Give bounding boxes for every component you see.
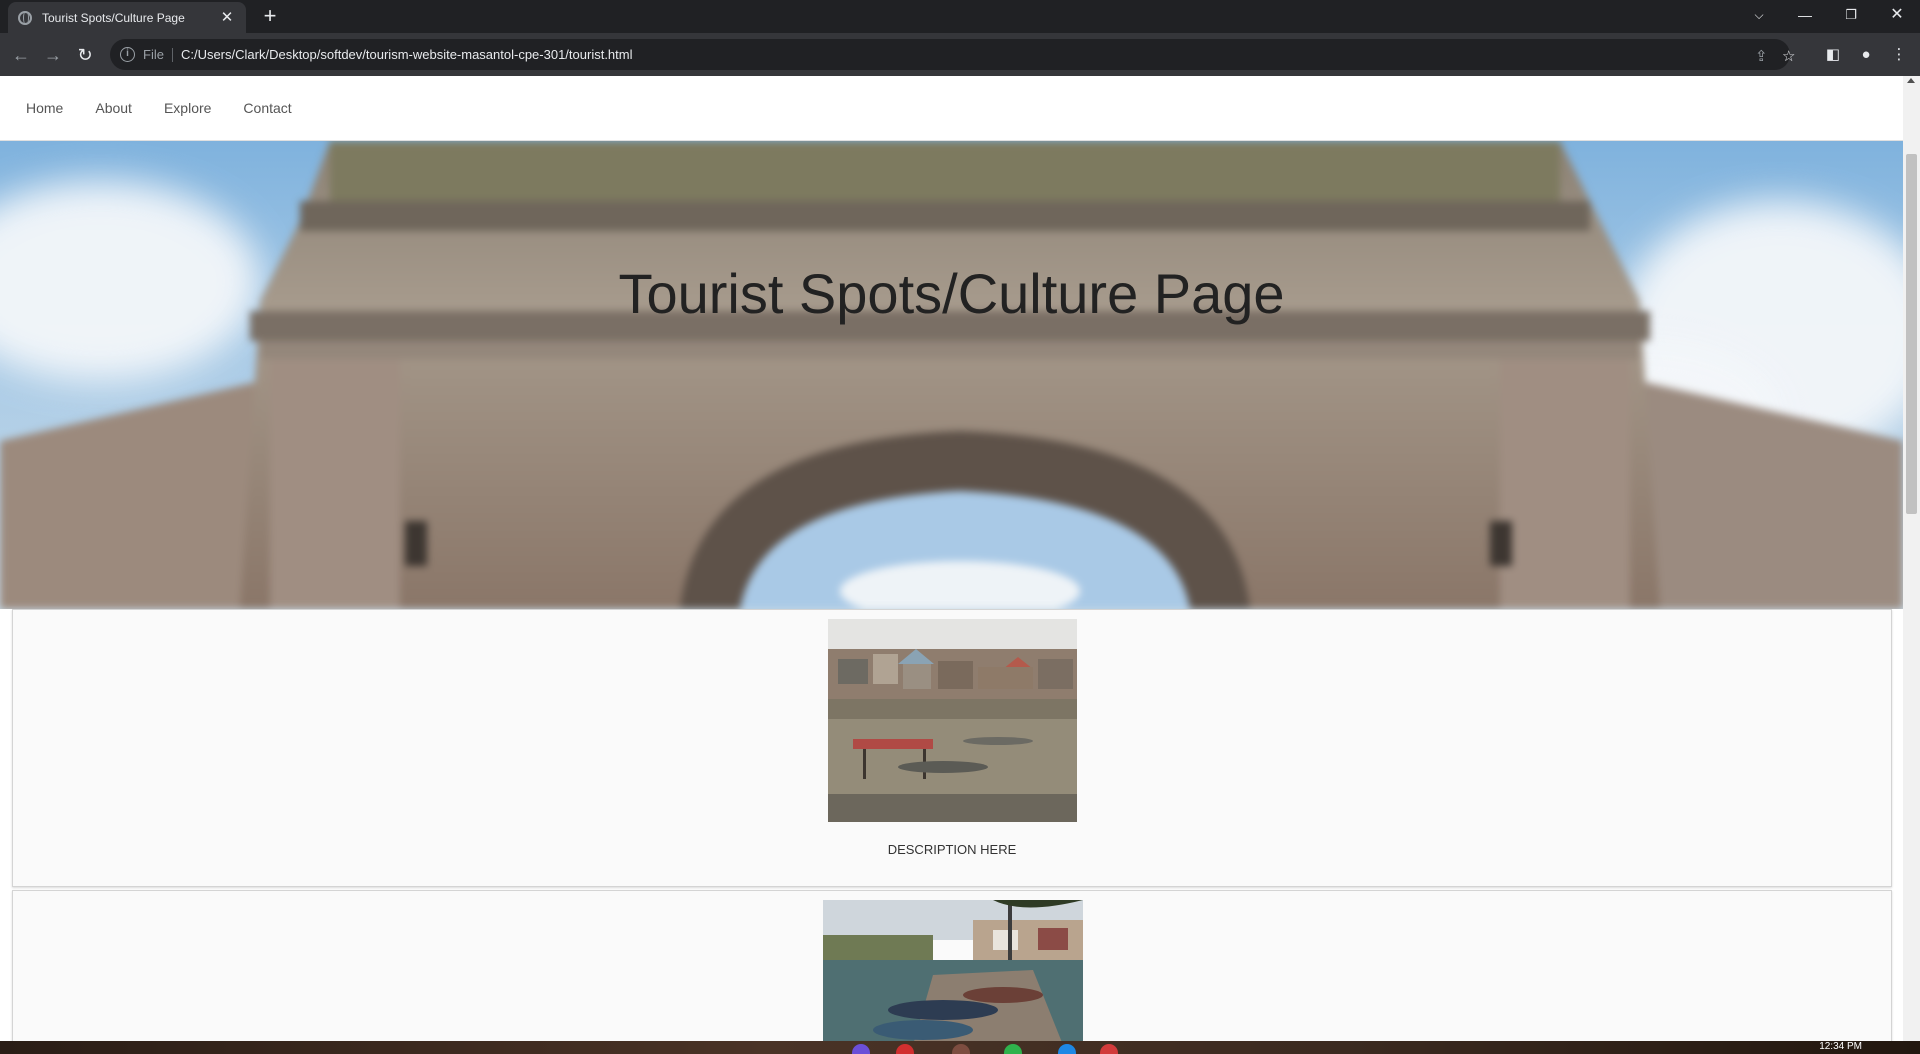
- tourist-spot-card: [12, 890, 1892, 1041]
- tourist-spot-card: DESCRIPTION HERE: [12, 609, 1892, 887]
- bookmark-star-icon[interactable]: ☆: [1782, 47, 1795, 65]
- app-icon[interactable]: [1100, 1044, 1118, 1054]
- nav-explore[interactable]: Explore: [148, 100, 227, 116]
- scrollbar-thumb[interactable]: [1906, 154, 1917, 514]
- reload-button[interactable]: ↻: [72, 42, 98, 68]
- close-tab-icon[interactable]: ✕: [218, 9, 236, 27]
- page-title: Tourist Spots/Culture Page: [618, 262, 1285, 325]
- nav-contact[interactable]: Contact: [227, 100, 307, 116]
- share-icon[interactable]: ⇪: [1755, 47, 1768, 65]
- site-navbar: Home About Explore Contact: [0, 76, 1903, 141]
- app-icon[interactable]: [952, 1044, 970, 1054]
- forward-button[interactable]: →: [40, 42, 66, 68]
- scroll-up-arrow-icon[interactable]: [1907, 78, 1915, 83]
- browser-tab[interactable]: Tourist Spots/Culture Page ✕: [8, 2, 246, 33]
- minimize-button[interactable]: —: [1782, 0, 1828, 30]
- river-village-photo: [828, 619, 1077, 822]
- menu-icon[interactable]: ⋮: [1888, 44, 1910, 66]
- page-viewport: Home About Explore Contact Tourist Spots…: [0, 76, 1920, 1041]
- card-description: DESCRIPTION HERE: [887, 842, 1017, 857]
- browser-toolbar: ← → ↻ i File C:/Users/Clark/Desktop/soft…: [0, 33, 1920, 76]
- side-panel-icon[interactable]: ◧: [1822, 44, 1844, 66]
- hero-banner: Tourist Spots/Culture Page: [0, 141, 1903, 609]
- profile-icon[interactable]: ●: [1855, 44, 1877, 66]
- globe-icon: [18, 10, 32, 25]
- back-button[interactable]: ←: [8, 42, 34, 68]
- taskbar-clock[interactable]: 12:34 PM: [1819, 1041, 1862, 1053]
- url-text[interactable]: C:/Users/Clark/Desktop/softdev/tourism-w…: [181, 47, 633, 62]
- app-icon[interactable]: [852, 1044, 870, 1054]
- stone-gate-image: [0, 141, 1903, 609]
- os-taskbar: 12:34 PM: [0, 1041, 1920, 1054]
- app-icon[interactable]: [1058, 1044, 1076, 1054]
- nav-about[interactable]: About: [79, 100, 148, 116]
- river-boats-photo: [823, 900, 1083, 1041]
- browser-tab-strip: Tourist Spots/Culture Page ✕ + ⌵ — ❐ ✕: [0, 0, 1920, 33]
- tab-search-icon[interactable]: ⌵: [1736, 0, 1782, 30]
- new-tab-button[interactable]: +: [258, 5, 282, 29]
- url-scheme-label: File: [143, 47, 173, 62]
- app-icon[interactable]: [896, 1044, 914, 1054]
- info-icon[interactable]: i: [120, 47, 135, 62]
- app-icon[interactable]: [1004, 1044, 1022, 1054]
- nav-home[interactable]: Home: [10, 100, 79, 116]
- page-scrollbar[interactable]: [1903, 76, 1920, 1041]
- tab-title: Tourist Spots/Culture Page: [42, 10, 185, 25]
- restore-button[interactable]: ❐: [1828, 0, 1874, 30]
- address-bar[interactable]: i File C:/Users/Clark/Desktop/softdev/to…: [110, 39, 1795, 70]
- close-window-button[interactable]: ✕: [1874, 0, 1920, 30]
